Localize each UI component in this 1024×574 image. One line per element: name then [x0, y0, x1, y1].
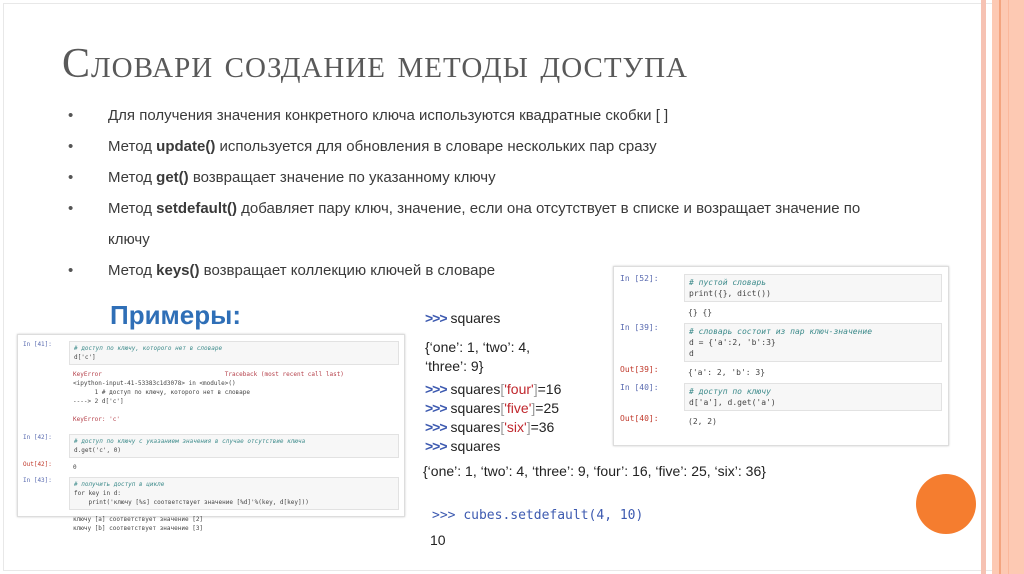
code-line: >>> squares['five']=25: [425, 400, 560, 416]
code-comment: # доступ по ключу с указанием значения в…: [74, 438, 306, 445]
prompt: In [43]:: [23, 477, 52, 484]
squares-result: {‘one’: 1, ‘two’: 4, ‘three’: 9, ‘four’:…: [423, 463, 766, 479]
code-text: squares: [450, 310, 501, 326]
bullet-list: Для получения значения конкретного ключа…: [68, 100, 888, 286]
left-code-screenshot: In [41]: # доступ по ключу, которого нет …: [17, 334, 405, 532]
code-text: squares: [450, 381, 501, 397]
code-comment: # словарь состоит из пар ключ-значение: [689, 327, 873, 336]
output-line: {‘one’: 1, ‘two’: 4,: [425, 339, 531, 355]
code-line: print({}, dict()): [689, 289, 771, 298]
code-text: =16: [537, 381, 562, 397]
setdefault-result: 10: [430, 532, 446, 548]
right-code-screenshot: In [52]: # пустой словарь print({}, dict(…: [613, 266, 949, 446]
bullet-text: возвращает значение по указанному ключу: [188, 169, 496, 186]
output-value: (2, 2): [688, 417, 717, 426]
code-comment: # получить доступ в цикле: [74, 481, 165, 488]
code-comment: # пустой словарь: [689, 278, 767, 287]
examples-heading: Примеры:: [110, 300, 241, 330]
decor-stripe: [1008, 0, 1009, 574]
squares-line: >>> squares: [425, 309, 500, 328]
error-text: <ipython-input-41-53383c1d3078> in <modu…: [73, 380, 236, 387]
code-line: >>> squares: [425, 437, 561, 456]
bullet-text: используется для обновления в словаре не…: [215, 138, 657, 155]
prompt: In [41]:: [23, 341, 52, 348]
decor-circle: [916, 474, 976, 534]
prompt: Out[42]:: [23, 461, 52, 468]
error-text: 1 # доступ по ключу, которого нет в слов…: [73, 389, 251, 396]
output-value: {} {}: [688, 308, 713, 317]
bullet-text: возвращает коллекцию ключей в словаре: [199, 262, 496, 279]
bullet-text: Метод: [108, 200, 157, 217]
prompt: Out[40]:: [620, 414, 659, 423]
setdefault-line: >>> cubes.setdefault(4, 10): [432, 506, 643, 525]
code-line: >>> squares['six']=36: [425, 419, 555, 435]
bullet-text: Метод: [108, 138, 157, 155]
bullet-text: Метод: [108, 262, 157, 279]
method-name: get(): [156, 169, 189, 186]
code-line: d['c']: [74, 354, 96, 361]
key-string: 'five': [504, 400, 532, 416]
code-text: squares: [450, 400, 501, 416]
error-text: KeyError: 'c': [73, 416, 120, 423]
slide-title: Словари создание методы доступа: [62, 41, 688, 87]
code-line: >>> squares['four']=16: [425, 381, 562, 397]
output-value: 0: [73, 464, 77, 471]
key-string: 'four': [504, 381, 534, 397]
bullet-item: Метод update() используется для обновлен…: [68, 131, 888, 162]
squares-output: {‘one’: 1, ‘two’: 4, ‘three’: 9}: [425, 338, 530, 376]
error-text: KeyError Traceback (most recent call las…: [73, 371, 344, 378]
python-prompt: >>>: [432, 508, 456, 523]
assignment-lines: >>> squares['four']=16 >>> squares['five']…: [425, 380, 561, 456]
prompt: In [42]:: [23, 434, 52, 441]
python-prompt: >>>: [425, 310, 448, 326]
code-text: =25: [535, 400, 560, 416]
bullet-text: Для получения значения конкретного ключа…: [108, 107, 669, 124]
decor-stripe: [999, 0, 1001, 574]
method-name: update(): [156, 138, 216, 155]
python-prompt: >>>: [425, 400, 448, 416]
output-value: ключу [a] соответствует значение [2] клю…: [73, 516, 204, 532]
key-string: 'six': [504, 419, 527, 435]
code-text: cubes.setdefault(4, 10): [463, 508, 644, 523]
code-line: for key in d: print('ключу [%s] соответс…: [74, 490, 309, 506]
code-line: d = {'a':2, 'b':3} d: [689, 338, 776, 358]
code-line: d.get('c', 0): [74, 447, 121, 454]
bullet-item: Для получения значения конкретного ключа…: [68, 100, 888, 131]
error-text: ----> 2 d['c']: [73, 398, 124, 405]
python-prompt: >>>: [425, 438, 448, 454]
decor-stripe: [981, 0, 986, 574]
prompt: Out[39]:: [620, 365, 659, 374]
prompt: In [39]:: [620, 323, 659, 332]
code-text: squares: [450, 419, 501, 435]
bullet-text: Метод: [108, 169, 157, 186]
method-name: keys(): [156, 262, 200, 279]
python-prompt: >>>: [425, 419, 448, 435]
bullet-item: Метод setdefault() добавляет пару ключ, …: [68, 193, 888, 255]
code-comment: # доступ по ключу, которого нет в словар…: [74, 345, 223, 352]
code-comment: # доступ по ключу: [689, 387, 771, 396]
output-value: {'a': 2, 'b': 3}: [688, 368, 766, 377]
bullet-item: Метод get() возвращает значение по указа…: [68, 162, 888, 193]
output-line: ‘three’: 9}: [425, 358, 484, 374]
code-text: =36: [530, 419, 555, 435]
prompt: In [40]:: [620, 383, 659, 392]
method-name: setdefault(): [156, 200, 237, 217]
prompt: In [52]:: [620, 274, 659, 283]
python-prompt: >>>: [425, 381, 448, 397]
code-text: squares: [450, 438, 501, 454]
code-line: d['a'], d.get('a'): [689, 398, 776, 407]
